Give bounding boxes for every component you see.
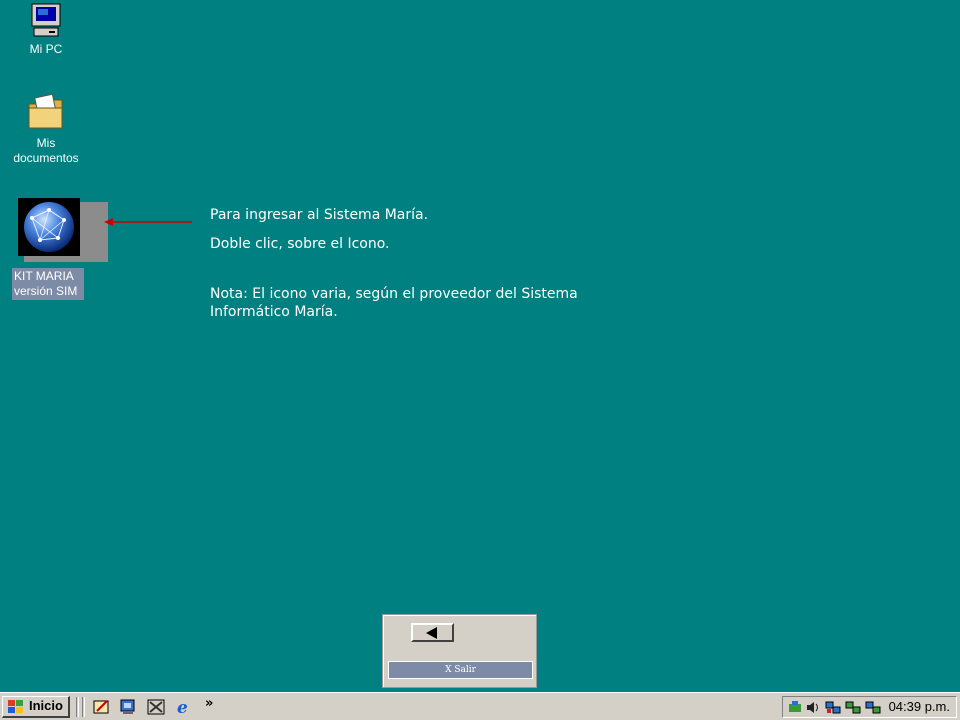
- start-label: Inicio: [29, 698, 63, 713]
- network-icon[interactable]: [825, 700, 841, 715]
- internet-explorer-icon[interactable]: e: [174, 698, 194, 718]
- navigation-panel: X Salir: [382, 614, 537, 688]
- kit-maria-shortcut[interactable]: KIT MARIA versión SIM: [12, 196, 108, 300]
- system-tray: 04:39 p.m.: [782, 696, 957, 718]
- show-desktop-icon[interactable]: [118, 698, 138, 716]
- computer-icon: [29, 2, 63, 38]
- back-button[interactable]: [411, 623, 454, 642]
- my-computer-shortcut[interactable]: Mi PC: [6, 2, 86, 57]
- quick-launch-overflow[interactable]: »: [205, 696, 213, 711]
- start-button[interactable]: Inicio: [2, 696, 70, 718]
- network-icon[interactable]: [845, 700, 861, 715]
- my-documents-label: Mis documentos: [13, 136, 79, 165]
- left-arrow-icon: [426, 627, 437, 639]
- exit-button[interactable]: X Salir: [388, 661, 533, 679]
- svg-text:e: e: [177, 698, 188, 716]
- clock[interactable]: 04:39 p.m.: [889, 699, 950, 714]
- volume-icon[interactable]: [805, 700, 821, 715]
- folder-icon: [26, 93, 66, 132]
- tray-icon[interactable]: [787, 700, 803, 715]
- taskbar-separator: [76, 697, 79, 717]
- my-documents-shortcut[interactable]: Mis documentos: [6, 93, 86, 166]
- globe-icon: [18, 198, 80, 256]
- windows-logo-icon: [7, 700, 25, 714]
- my-computer-label: Mi PC: [29, 42, 63, 56]
- pointer-arrow: [104, 215, 192, 227]
- instruction-doubleclick: Doble clic, sobre el Icono.: [210, 236, 390, 252]
- instruction-note: Nota: El icono varia, según el proveedor…: [210, 286, 578, 320]
- network-icon[interactable]: [865, 700, 881, 715]
- taskbar-separator: [82, 697, 85, 717]
- taskbar: Inicio e » 04:39 p.m.: [0, 692, 960, 720]
- channel-icon[interactable]: [146, 698, 166, 716]
- kit-maria-label: KIT MARIA versión SIM: [12, 268, 84, 300]
- instruction-enter: Para ingresar al Sistema María.: [210, 207, 429, 223]
- outlook-express-icon[interactable]: [92, 698, 112, 716]
